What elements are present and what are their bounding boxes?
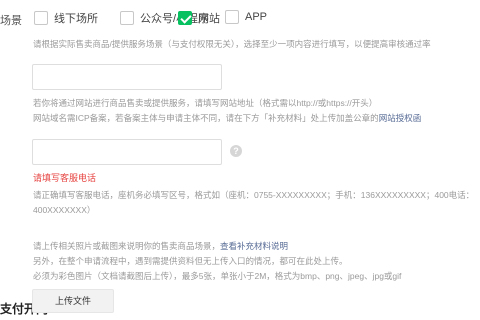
phone-hint-2: 400XXXXXXX） bbox=[33, 205, 96, 215]
option-label-offline: 线下场所 bbox=[54, 13, 98, 25]
checkbox-offline[interactable] bbox=[34, 11, 48, 25]
supplement-hint-3: 必须为彩色图片（文档请截图后上传），最多5张，单张小于2M，格式为bmp、png… bbox=[33, 271, 402, 281]
website-input[interactable] bbox=[32, 64, 222, 90]
option-label-website: 网站 bbox=[198, 13, 220, 25]
supplement-hint-2: 另外，在整个申请流程中，遇到需提供资料但无上传入口的情况，都可在此处上传。 bbox=[33, 256, 348, 266]
checkbox-app[interactable] bbox=[225, 10, 239, 24]
website-hint-2-text: 网站域名需ICP备案，若备案主体与申请主体不同，请在下方「补充材料」处上传加盖公… bbox=[33, 113, 379, 123]
scene-option-app[interactable]: APP bbox=[225, 10, 267, 24]
website-hint-1: 若你将通过网站进行商品售卖或提供服务，请填写网站地址（格式需以http://或h… bbox=[33, 98, 378, 108]
checkbox-website-checked-icon[interactable] bbox=[178, 11, 192, 25]
phone-hint-1: 请正确填写客服电话，座机务必填写区号，格式如（座机：0755-XXXXXXXXX… bbox=[33, 190, 475, 200]
supplement-explain-link[interactable]: 查看补充材料说明 bbox=[220, 241, 288, 251]
service-phone-input[interactable] bbox=[32, 139, 222, 165]
scene-option-website[interactable]: 网站 bbox=[178, 10, 220, 26]
supplement-hint-1-text: 请上传相关照片或截图来说明你的售卖商品场景， bbox=[33, 241, 221, 251]
upload-file-button[interactable]: 上传文件 bbox=[32, 289, 114, 313]
question-circle-icon[interactable]: ? bbox=[230, 145, 242, 157]
website-auth-letter-link[interactable]: 网站授权函 bbox=[379, 113, 422, 123]
website-hint-2: 网站域名需ICP备案，若备案主体与申请主体不同，请在下方「补充材料」处上传加盖公… bbox=[33, 112, 421, 124]
checkbox-mp[interactable] bbox=[120, 11, 134, 25]
option-label-app: APP bbox=[245, 11, 268, 23]
supplement-hint-1: 请上传相关照片或截图来说明你的售卖商品场景，查看补充材料说明 bbox=[33, 240, 288, 252]
phone-error: 请填写客服电话 bbox=[33, 173, 97, 183]
scene-hint: 请根据实际售卖商品/提供服务场景（与支付权限无关），选择至少一项内容进行填写，以… bbox=[33, 39, 431, 49]
scene-label: 场景 bbox=[0, 15, 22, 27]
scene-option-offline[interactable]: 线下场所 bbox=[34, 10, 98, 26]
